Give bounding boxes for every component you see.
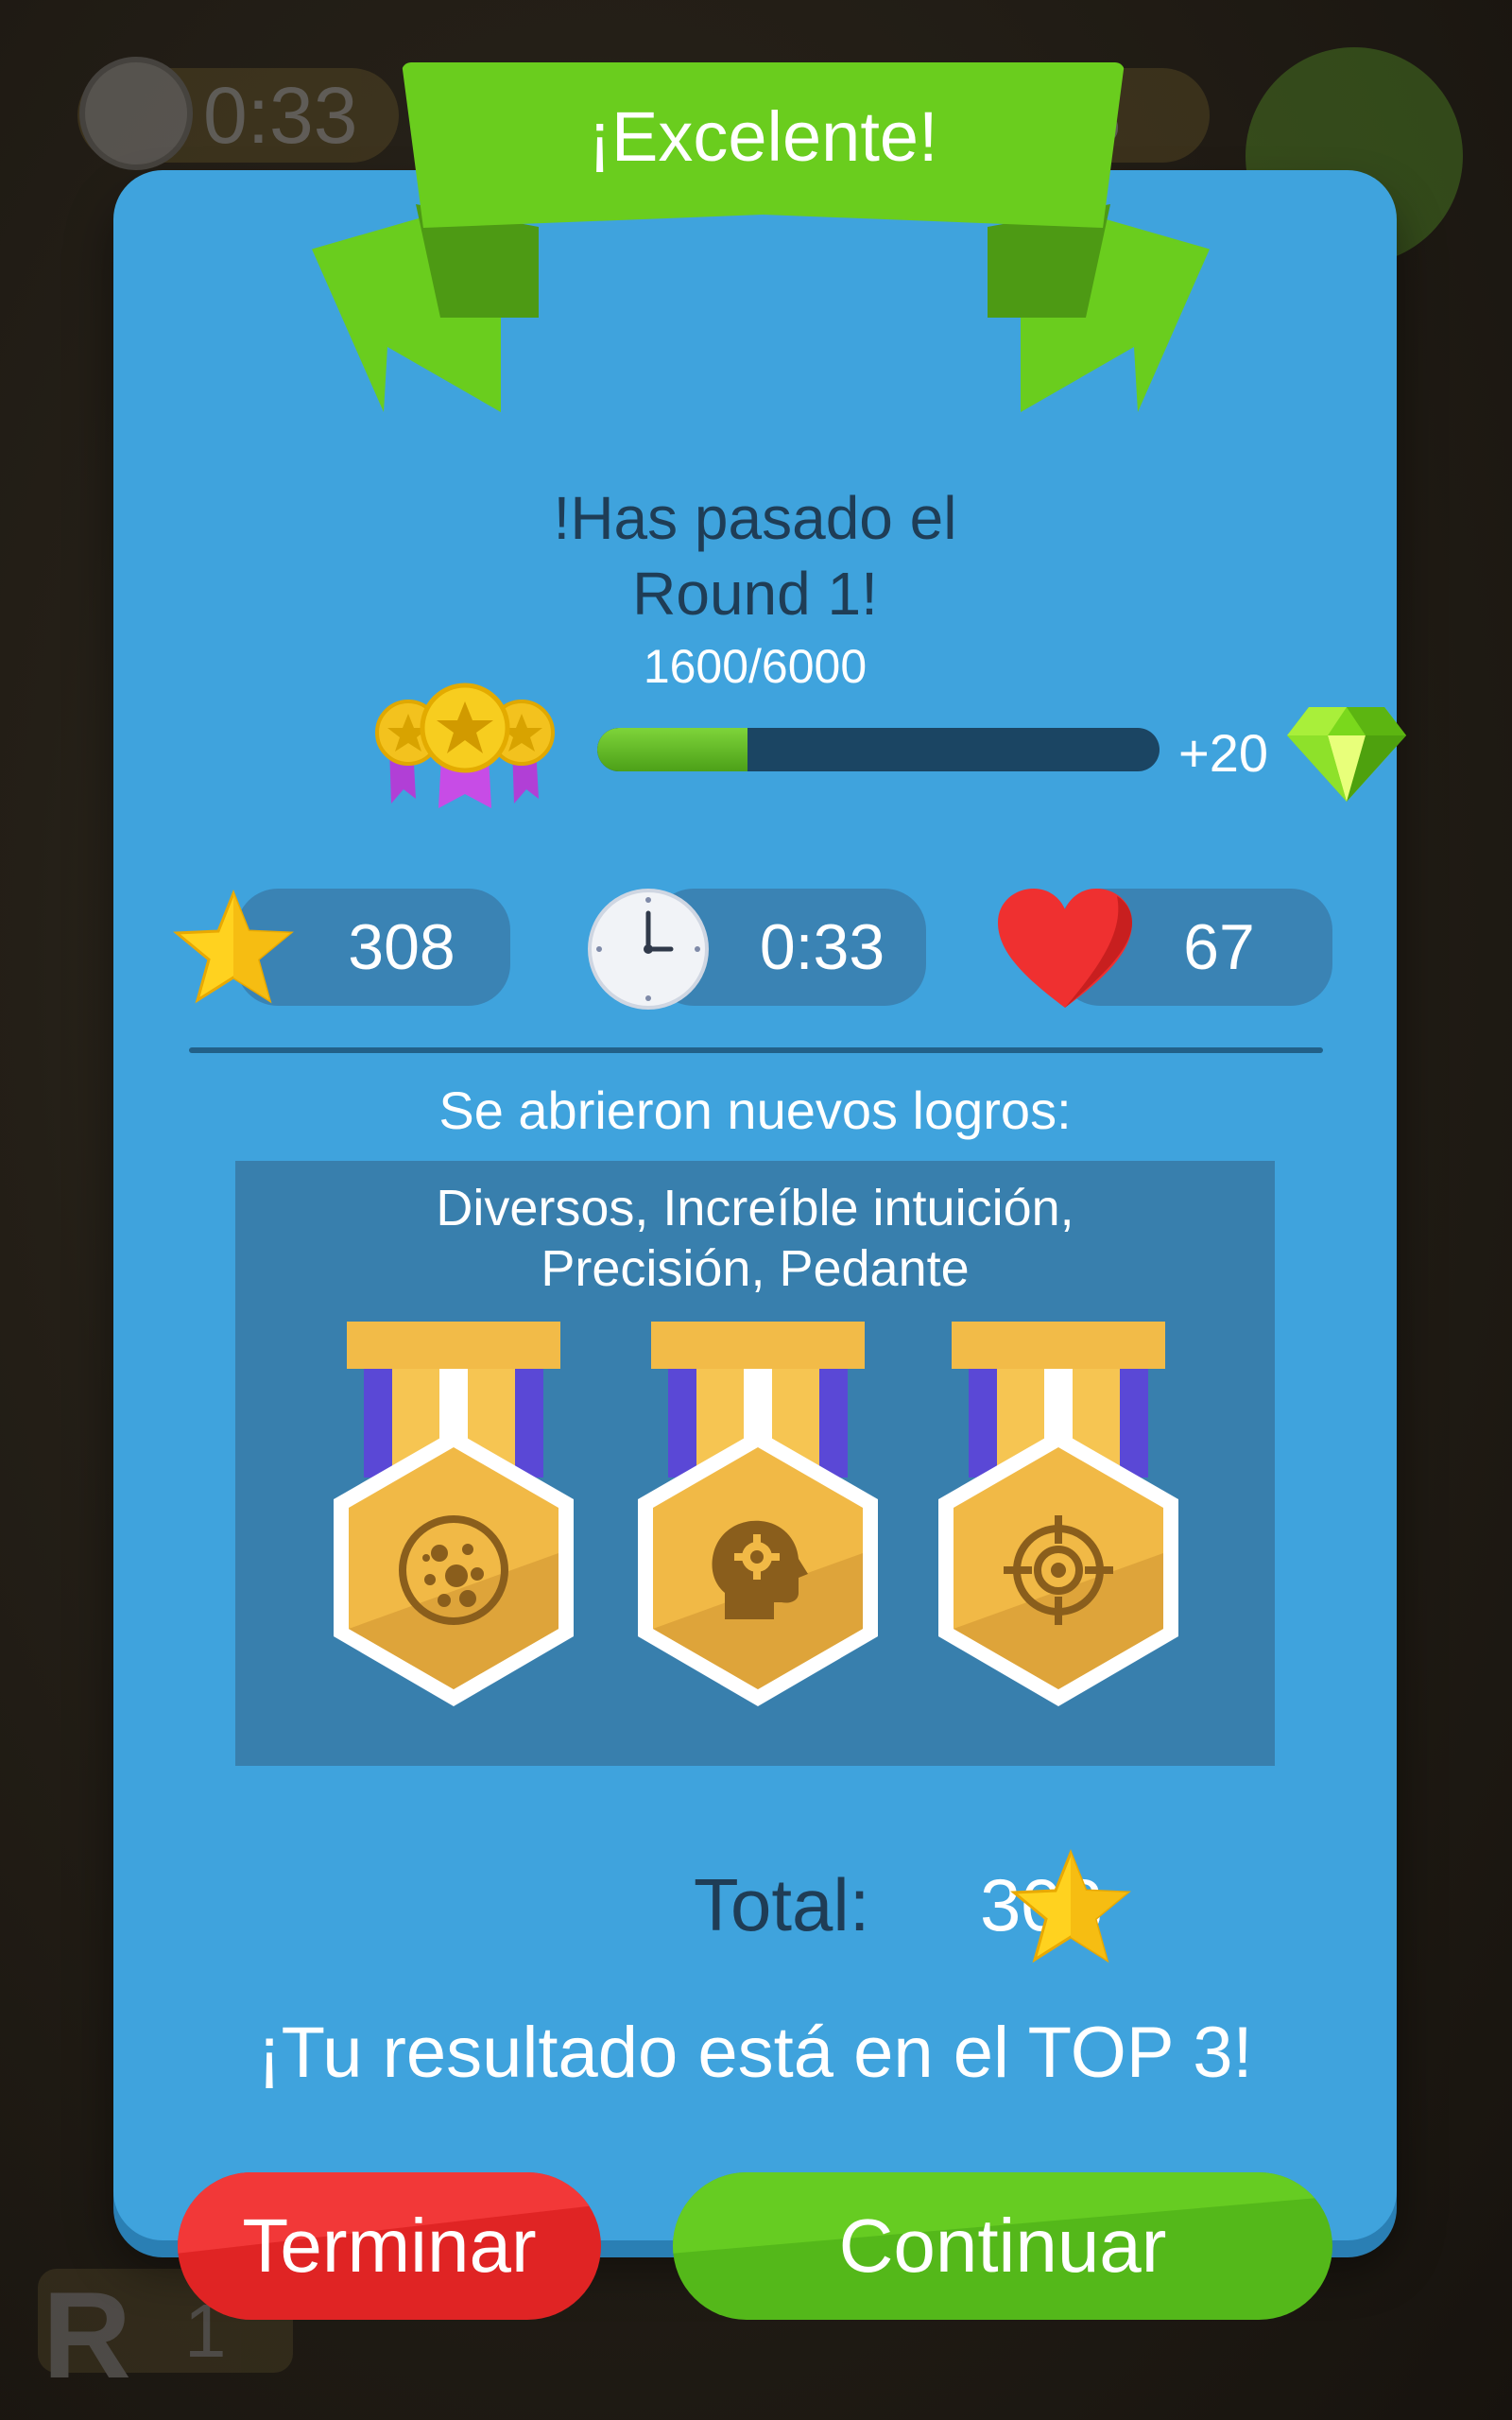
medals-rank-icon xyxy=(375,683,555,808)
star-icon xyxy=(1010,1848,1131,1963)
ribbon-title: ¡Excelente! xyxy=(588,97,938,176)
title-line-1: !Has pasado el xyxy=(553,484,957,552)
progress-bar xyxy=(597,728,1160,771)
achievement-medal-target xyxy=(938,1322,1178,1706)
clock-icon xyxy=(588,889,709,1010)
stars-stat-value: 308 xyxy=(348,911,455,983)
continue-button-label: Continuar xyxy=(838,2204,1167,2288)
heart-icon xyxy=(998,889,1132,1008)
end-button[interactable]: Terminar xyxy=(178,2172,601,2320)
achievement-medal-brain xyxy=(638,1322,878,1706)
section-divider xyxy=(189,1047,1323,1053)
bg-round-letter: R xyxy=(43,2266,131,2404)
title-line-2: Round 1! xyxy=(632,560,878,628)
progress-bar-fill xyxy=(597,728,747,771)
lives-stat-value: 67 xyxy=(1183,911,1255,983)
achievements-heading: Se abrieron nuevos logros: xyxy=(438,1080,1072,1140)
total-label: Total: xyxy=(694,1863,870,1946)
title-ribbon: ¡Excelente! xyxy=(312,62,1210,412)
continue-button[interactable]: Continuar xyxy=(673,2172,1332,2320)
star-icon xyxy=(173,889,294,1004)
gem-icon xyxy=(1287,707,1406,802)
achievements-panel: Diversos, Increíble intuición, Precisión… xyxy=(235,1161,1275,1766)
gem-reward-text: +20 xyxy=(1178,723,1268,783)
end-button-label: Terminar xyxy=(242,2204,537,2288)
round-passed-title: !Has pasado el Round 1! xyxy=(113,480,1397,631)
bg-clock-icon xyxy=(79,57,193,170)
achievements-list: Diversos, Increíble intuición, Precisión… xyxy=(436,1180,1074,1297)
achievement-medal-cells xyxy=(334,1322,574,1706)
result-modal: !Has pasado el Round 1! 1600/6000 +20 30… xyxy=(113,170,1406,2320)
top-result-message: ¡Tu resultado está en el TOP 3! xyxy=(257,2013,1253,2093)
time-stat-value: 0:33 xyxy=(759,911,885,983)
progress-label: 1600/6000 xyxy=(643,640,868,693)
